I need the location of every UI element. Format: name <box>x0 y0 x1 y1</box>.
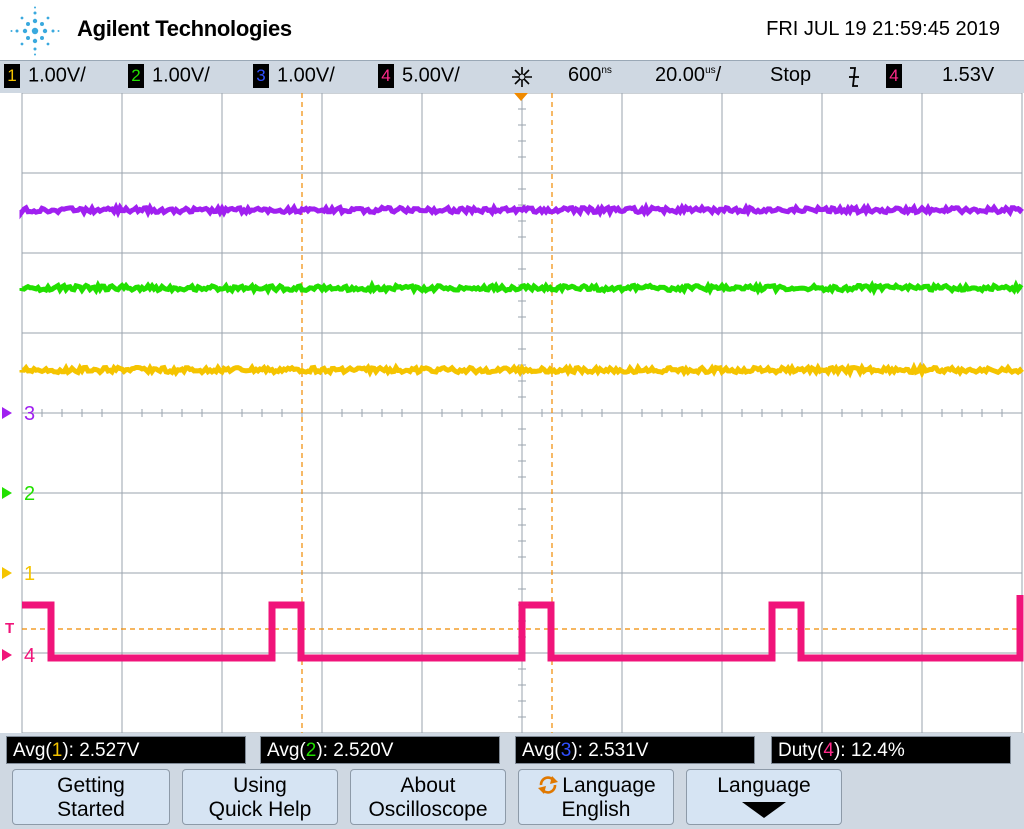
ch1-indicator: 1 <box>4 64 20 88</box>
title-bar: Agilent Technologies FRI JUL 19 21:59:45… <box>0 0 1024 60</box>
bottom-panel: Avg(1): 2.527V Avg(2): 2.520V Avg(3): 2.… <box>0 733 1024 829</box>
measurement-ch2-average: Avg(2): 2.520V <box>260 736 500 764</box>
marker-label: 1 <box>24 563 35 585</box>
ch1-scale-readout[interactable]: 1 1.00V/ <box>4 64 86 88</box>
ch2-scale: 1.00V/ <box>152 64 210 87</box>
status-bar: 1 1.00V/ 2 1.00V/ 3 1.00V/ 4 5.00V/ 600ns 20… <box>0 60 1024 94</box>
down-arrow-icon <box>742 802 786 818</box>
marker-label: 2 <box>24 483 35 505</box>
ch2-scale-readout[interactable]: 2 1.00V/ <box>128 64 210 88</box>
delay-unit: ns <box>601 65 612 76</box>
measurement-ch1-average: Avg(1): 2.527V <box>6 736 246 764</box>
ch2-indicator: 2 <box>128 64 144 88</box>
measurement-ch3-average: Avg(3): 2.531V <box>515 736 755 764</box>
acquisition-spark-icon <box>512 67 532 87</box>
getting-started-button[interactable]: Getting Started <box>12 769 170 825</box>
date-time: FRI JUL 19 21:59:45 2019 <box>766 18 1000 40</box>
waveform-display: 3 2 1 4T <box>0 93 1024 733</box>
trigger-source: 4 <box>886 64 902 88</box>
delay-readout[interactable]: 600ns <box>568 64 612 87</box>
agilent-spark-logo <box>10 6 60 56</box>
language-menu-button[interactable]: Language <box>686 769 842 825</box>
using-quick-help-button[interactable]: Using Quick Help <box>182 769 338 825</box>
trigger-level-marker: T <box>5 620 14 637</box>
timebase-value: 20.00 <box>655 64 706 86</box>
ch4-indicator: 4 <box>378 64 394 88</box>
ch3-scale: 1.00V/ <box>277 64 335 87</box>
timebase-readout[interactable]: 20.00us/ <box>655 64 721 87</box>
trigger-level[interactable]: 1.53V <box>942 64 994 87</box>
trigger-marker-label: T <box>5 620 14 637</box>
brand-name: Agilent Technologies <box>77 16 292 41</box>
ch1-trace <box>19 361 1024 379</box>
marker-label: 4 <box>24 645 35 667</box>
ch2-trace <box>19 279 1024 297</box>
ch1-scale: 1.00V/ <box>28 64 86 87</box>
timebase-suffix: / <box>715 64 722 86</box>
marker-label: 3 <box>24 403 35 425</box>
trigger-source-readout[interactable]: 4 <box>886 64 910 88</box>
delay-value: 600 <box>568 64 602 86</box>
ch3-scale-readout[interactable]: 3 1.00V/ <box>253 64 335 88</box>
measurement-ch4-duty: Duty(4): 12.4% <box>771 736 1011 764</box>
ch3-indicator: 3 <box>253 64 269 88</box>
run-state[interactable]: Stop <box>770 64 811 87</box>
timebase-unit: us <box>705 65 716 76</box>
rotate-arrows-icon <box>538 776 559 794</box>
language-english-button[interactable]: Language English <box>518 769 674 825</box>
ch4-scale: 5.00V/ <box>402 64 460 87</box>
ch4-scale-readout[interactable]: 4 5.00V/ <box>378 64 460 88</box>
about-oscilloscope-button[interactable]: About Oscilloscope <box>350 769 506 825</box>
falling-edge-trigger-icon <box>849 67 859 87</box>
